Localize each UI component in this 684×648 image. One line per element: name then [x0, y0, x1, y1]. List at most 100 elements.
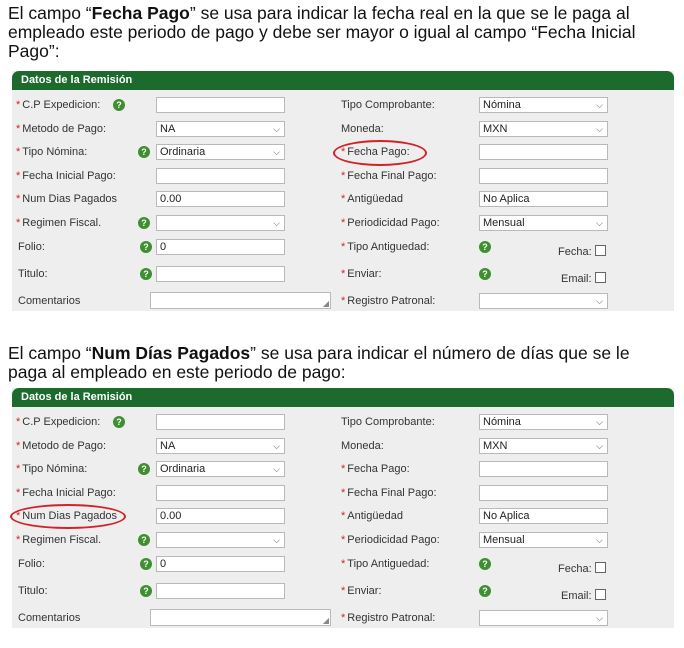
- regimen-fiscal-label: * Regimen Fiscal.: [16, 534, 102, 546]
- highlight-circle: [333, 140, 427, 166]
- titulo-label: Titulo:: [18, 585, 48, 597]
- chevron-down-icon: ⌵: [596, 441, 603, 451]
- titulo-input[interactable]: [156, 266, 285, 282]
- help-icon[interactable]: ?: [138, 463, 150, 475]
- tipo-nomina-label: * Tipo Nómina:: [16, 146, 88, 158]
- periodicidad-pago-select[interactable]: Mensual ⌵: [479, 532, 608, 548]
- remision-form-panel-1: Datos de la Remisión * C.P Expedicion: ? …: [12, 71, 674, 311]
- fecha-pago-label: * Fecha Pago:: [341, 463, 410, 475]
- tipo-comprobante-select[interactable]: Nómina ⌵: [479, 414, 608, 430]
- comentarios-label: Comentarios: [18, 612, 81, 624]
- folio-input[interactable]: 0: [156, 556, 285, 572]
- chevron-down-icon: ⌵: [273, 218, 280, 228]
- enviar-label: * Enviar:: [341, 268, 382, 280]
- tipo-nomina-select[interactable]: Ordinaria ⌵: [156, 461, 285, 477]
- email-checkbox-label: Email:: [561, 590, 592, 602]
- chevron-down-icon: ⌵: [273, 464, 280, 474]
- periodicidad-pago-select[interactable]: Mensual ⌵: [479, 215, 608, 231]
- intro-paragraph-2: El campo “Num Días Pagados” se usa para …: [8, 344, 680, 382]
- fecha-final-pago-input[interactable]: [479, 168, 608, 184]
- fecha-pago-input[interactable]: [479, 144, 608, 160]
- num-dias-pagados-input[interactable]: 0.00: [156, 191, 285, 207]
- help-icon[interactable]: ?: [140, 241, 152, 253]
- chevron-down-icon: ⌵: [596, 218, 603, 228]
- remision-form-panel-2: Datos de la Remisión * C.P Expedicion: ? …: [10, 388, 674, 628]
- help-icon[interactable]: ?: [138, 534, 150, 546]
- cp-expedicion-label: * C.P Expedicion:: [16, 99, 101, 111]
- moneda-label: Moneda:: [341, 123, 384, 135]
- fecha-final-pago-label: * Fecha Final Pago:: [341, 487, 437, 499]
- tipo-comprobante-select[interactable]: Nómina ⌵: [479, 97, 608, 113]
- registro-patronal-label: * Registro Patronal:: [341, 612, 436, 624]
- folio-label: Folio:: [18, 558, 45, 570]
- comentarios-textarea[interactable]: ◢: [150, 609, 331, 626]
- tipo-nomina-label: * Tipo Nómina:: [16, 463, 88, 475]
- chevron-down-icon: ⌵: [596, 613, 603, 623]
- registro-patronal-select[interactable]: ⌵: [479, 610, 608, 626]
- email-checkbox-label: Email:: [561, 273, 592, 285]
- cp-expedicion-input[interactable]: [156, 97, 285, 113]
- moneda-select[interactable]: MXN ⌵: [479, 438, 608, 454]
- enviar-label: * Enviar:: [341, 585, 382, 597]
- resize-grip-icon[interactable]: ◢: [323, 300, 329, 308]
- metodo-pago-select[interactable]: NA ⌵: [156, 438, 285, 454]
- antiguedad-input[interactable]: No Aplica: [479, 508, 608, 524]
- fecha-final-pago-input[interactable]: [479, 485, 608, 501]
- help-icon[interactable]: ?: [479, 241, 491, 253]
- panel-header: Datos de la Remisión: [12, 388, 674, 407]
- registro-patronal-select[interactable]: ⌵: [479, 293, 608, 309]
- help-icon[interactable]: ?: [113, 416, 125, 428]
- help-icon[interactable]: ?: [479, 558, 491, 570]
- regimen-fiscal-select[interactable]: ⌵: [156, 532, 285, 548]
- fecha-checkbox[interactable]: [595, 245, 606, 256]
- fecha-inicial-pago-label: * Fecha Inicial Pago:: [16, 170, 116, 182]
- fecha-pago-input[interactable]: [479, 461, 608, 477]
- antiguedad-input[interactable]: No Aplica: [479, 191, 608, 207]
- metodo-pago-select[interactable]: NA ⌵: [156, 121, 285, 137]
- intro-line: empleado este periodo de pago y debe ser…: [8, 22, 636, 42]
- field-name-emphasis: Num Días Pagados: [91, 343, 251, 363]
- help-icon[interactable]: ?: [113, 99, 125, 111]
- fecha-checkbox[interactable]: [595, 562, 606, 573]
- tipo-antiguedad-label: * Tipo Antiguedad:: [341, 241, 430, 253]
- chevron-down-icon: ⌵: [596, 417, 603, 427]
- chevron-down-icon: ⌵: [273, 124, 280, 134]
- help-icon[interactable]: ?: [140, 558, 152, 570]
- fecha-checkbox-label: Fecha:: [558, 246, 592, 258]
- periodicidad-pago-label: * Periodicidad Pago:: [341, 534, 440, 546]
- comentarios-textarea[interactable]: ◢: [150, 292, 331, 309]
- num-dias-pagados-input[interactable]: 0.00: [156, 508, 285, 524]
- email-checkbox[interactable]: [595, 589, 606, 600]
- fecha-final-pago-label: * Fecha Final Pago:: [341, 170, 437, 182]
- help-icon[interactable]: ?: [140, 268, 152, 280]
- help-icon[interactable]: ?: [479, 268, 491, 280]
- antiguedad-label: * Antigüedad: [341, 193, 403, 205]
- tipo-nomina-select[interactable]: Ordinaria ⌵: [156, 144, 285, 160]
- cp-expedicion-input[interactable]: [156, 414, 285, 430]
- help-icon[interactable]: ?: [138, 217, 150, 229]
- chevron-down-icon: ⌵: [273, 535, 280, 545]
- moneda-select[interactable]: MXN ⌵: [479, 121, 608, 137]
- regimen-fiscal-select[interactable]: ⌵: [156, 215, 285, 231]
- intro-line: Pago”:: [8, 41, 60, 61]
- chevron-down-icon: ⌵: [596, 296, 603, 306]
- fecha-inicial-pago-input[interactable]: [156, 168, 285, 184]
- intro-line: paga al empleado en este periodo de pago…: [8, 362, 346, 382]
- comentarios-label: Comentarios: [18, 295, 81, 307]
- chevron-down-icon: ⌵: [273, 441, 280, 451]
- cp-expedicion-label: * C.P Expedicion:: [16, 416, 101, 428]
- email-checkbox[interactable]: [595, 272, 606, 283]
- highlight-circle: [10, 504, 126, 529]
- help-icon[interactable]: ?: [479, 585, 491, 597]
- tipo-antiguedad-label: * Tipo Antiguedad:: [341, 558, 430, 570]
- moneda-label: Moneda:: [341, 440, 384, 452]
- tipo-comprobante-label: Tipo Comprobante:: [341, 99, 435, 111]
- folio-label: Folio:: [18, 241, 45, 253]
- titulo-input[interactable]: [156, 583, 285, 599]
- resize-grip-icon[interactable]: ◢: [323, 617, 329, 625]
- folio-input[interactable]: 0: [156, 239, 285, 255]
- chevron-down-icon: ⌵: [596, 100, 603, 110]
- help-icon[interactable]: ?: [140, 585, 152, 597]
- fecha-inicial-pago-input[interactable]: [156, 485, 285, 501]
- help-icon[interactable]: ?: [138, 146, 150, 158]
